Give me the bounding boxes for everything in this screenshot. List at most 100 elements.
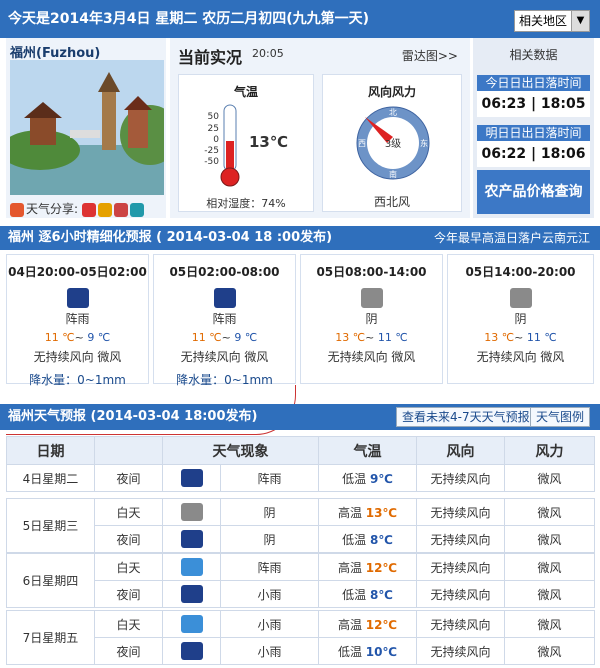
temperature-panel: 气温 50 25 0 -25 -50 13℃ 相对湿度：74% [178,74,314,212]
current-time: 20:05 [252,47,284,60]
region-select[interactable]: 相关地区 ▼ [513,10,590,32]
hourly-low: 11 ℃ [377,331,408,344]
temp-value: 8℃ [369,587,393,602]
day-date: 4日星期二 [6,464,95,492]
hourly-high: 13 ℃ [484,331,515,344]
hourly-wind: 无持续风向 微风 [33,350,122,364]
compass-n: 北 [389,108,397,117]
scale-25: 25 [208,124,219,134]
weather: 小雨 [220,610,319,638]
temp-value: 13℃ [249,133,289,151]
scale-0: 0 [213,135,219,145]
table-row: 夜间 小雨 低温 8℃ 无持续风向 微风 [7,580,595,608]
temp-label: 低温 [342,471,367,486]
daily-table: 7日星期五 白天 小雨 高温 12℃ 无持续风向 微风 夜间 小雨 低温 10℃… [6,610,595,665]
hourly-card: 05日08:00-14:00 阴 13 ℃~ 11 ℃ 无持续风向 微风 [300,254,443,384]
city-box: 福州(Fuzhou) 天气分享: [6,38,166,218]
col-date: 日期 [6,436,95,465]
related-data: 相关数据 今日日出日落时间 06:23 | 18:05 明日日出日落时间 06:… [473,38,594,218]
hourly-weather: 阵雨 [65,312,90,326]
wind-force: 微风 [504,464,595,492]
hourly-high: 11 ℃ [191,331,222,344]
hourly-time: 04日20:00-05日02:00 [8,265,147,279]
qzone-icon[interactable] [129,202,144,217]
weather: 小雨 [220,637,319,665]
wind-force: 微风 [504,610,595,638]
temp-value: 12℃ [365,560,398,575]
compass-s: 南 [389,169,397,179]
temp-value: 8℃ [369,532,393,547]
col-blank [94,436,163,465]
hourly-low: 9 ℃ [87,331,111,344]
tomorrow-sun-value: 06:22 | 18:06 [477,141,590,167]
temp-value: 13℃ [365,505,398,520]
radar-link[interactable]: 雷达图>> [402,47,458,64]
period: 夜间 [94,580,163,608]
period: 夜间 [94,525,163,553]
tencent-icon[interactable] [97,202,112,217]
renren-icon[interactable] [113,202,128,217]
hourly-card: 04日20:00-05日02:00 阵雨 11 ℃~ 9 ℃ 无持续风向 微风 … [6,254,149,387]
hourly-low: 9 ℃ [234,331,258,344]
day-shower-icon [180,558,203,576]
compass-w: 西 [358,139,366,148]
hourly-time: 05日14:00-20:00 [465,265,576,279]
weibo-icon[interactable] [81,202,96,217]
news-link[interactable]: 今年最早高温日落户云南元江 [434,226,590,250]
hourly-high: 13 ℃ [335,331,366,344]
chevron-down-icon[interactable]: ▼ [571,11,589,31]
date-text: 今天是2014年3月4日 星期二 农历二月初四(九九第一天) [8,11,369,27]
scale-50: 50 [208,112,220,122]
compass-icon: 3级 北 南 东 西 [356,106,430,180]
wind-dir: 无持续风向 [416,553,505,581]
period: 白天 [94,610,163,638]
thermometer-icon: 50 25 0 -25 -50 [204,104,240,187]
hourly-wind: 无持续风向 微风 [476,350,565,364]
temp-label: 低温 [342,587,367,602]
share-label: 天气分享: [26,202,79,216]
wind-panel: 风向风力 3级 北 南 东 西 西北风 [322,74,462,212]
related-data-title: 相关数据 [509,48,558,62]
hourly-time: 05日02:00-08:00 [169,265,280,279]
legend-button[interactable]: 天气图例 [530,407,591,427]
wind-dir: 无持续风向 [416,637,505,665]
temp-label: 高温 [337,505,362,520]
agri-price-button[interactable]: 农产品价格查询 [477,170,590,214]
hourly-weather: 阵雨 [212,312,237,326]
wind-direction: 西北风 [373,195,410,209]
future-forecast-button[interactable]: 查看未来4-7天天气预报 [396,407,536,427]
period: 白天 [94,498,163,526]
night-shower-icon [213,288,236,308]
wind-dir: 无持续风向 [416,610,505,638]
daily-table: 6日星期四 白天 阵雨 高温 12℃ 无持续风向 微风 夜间 小雨 低温 8℃ … [6,553,595,608]
hourly-low: 11 ℃ [526,331,557,344]
wind-dir: 无持续风向 [416,464,505,492]
scale-neg50: -50 [204,157,219,167]
overcast-icon [180,503,203,521]
hourly-wind: 无持续风向 微风 [327,350,416,364]
current-conditions: 当前实况 20:05 雷达图>> 气温 50 25 0 -25 -50 13℃ … [170,38,470,218]
daily-table: 日期 天气现象 气温 风向 风力 4日星期二 夜间 阵雨 低温 9℃ 无持续风向… [6,436,595,492]
wind-dir: 无持续风向 [416,580,505,608]
plus-icon[interactable] [10,202,24,217]
period: 夜间 [94,464,163,492]
light-rain-icon [180,585,203,603]
share-row: 天气分享: [10,200,146,217]
table-row: 5日星期三 白天 阴 高温 13℃ 无持续风向 微风 [6,498,595,553]
table-row: 7日星期五 白天 小雨 高温 12℃ 无持续风向 微风 [6,610,595,665]
temp-label: 低温 [337,644,362,659]
light-rain-icon [180,642,203,660]
table-row: 夜间 阴 低温 8℃ 无持续风向 微风 [7,525,595,553]
day-date: 6日星期四 [6,553,95,608]
hourly-forecast-bar: 福州 逐6小时精细化预报 ( 2014-03-04 18 :00发布) 今年最早… [0,226,600,250]
temp-value: 10℃ [365,644,398,659]
overcast-icon [360,288,383,308]
hourly-card: 05日02:00-08:00 阵雨 11 ℃~ 9 ℃ 无持续风向 微风 降水量… [153,254,296,387]
overcast-icon [509,288,532,308]
wind-dir: 无持续风向 [416,525,505,553]
today-sun-label: 今日日出日落时间 [477,75,590,91]
compass-e: 东 [420,138,428,148]
city-photo [10,60,164,195]
wind-dir: 无持续风向 [416,498,505,526]
temp-label: 低温 [342,532,367,547]
